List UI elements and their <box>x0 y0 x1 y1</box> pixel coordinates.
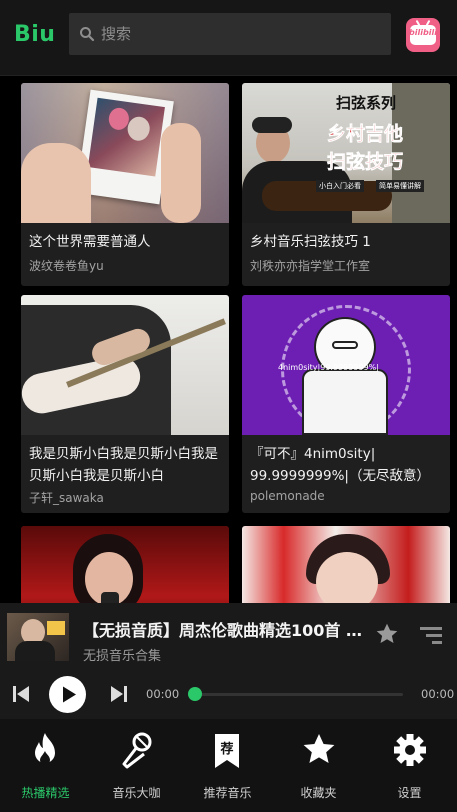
progress-knob[interactable] <box>188 687 202 701</box>
thumb-caption: 小白入门必看 <box>316 180 364 192</box>
search-box[interactable] <box>69 13 391 55</box>
video-card[interactable]: 4nim0sity|99.9999999%| 『可不』4nim0sity| 99… <box>242 295 450 513</box>
next-track-icon[interactable] <box>108 683 130 705</box>
tab-hot-picks[interactable]: 热播精选 <box>0 719 91 812</box>
tab-recommended[interactable]: 荐 推荐音乐 <box>182 719 273 812</box>
bottom-tab-bar: 热播精选 音乐大咖 荐 推荐音乐 收藏夹 设置 <box>0 719 457 812</box>
video-card[interactable]: 扫弦系列 乡村吉他 扫弦技巧 小白入门必看 简单易懂讲解 乡村音乐扫弦技巧 1 … <box>242 83 450 286</box>
progress-track[interactable] <box>195 693 403 696</box>
star-icon <box>303 734 335 763</box>
video-title: 我是贝斯小白我是贝斯小白我是贝斯小白我是贝斯小白 <box>29 446 218 484</box>
bilibili-icon[interactable]: bilibili <box>406 18 440 52</box>
video-thumbnail <box>21 526 229 603</box>
thumb-caption: 简单易懂讲解 <box>376 180 424 192</box>
thumb-caption: 4nim0sity|99.9999999%| <box>278 363 379 372</box>
play-icon <box>63 686 76 703</box>
video-author: 波纹卷卷鱼yu <box>29 259 104 273</box>
video-thumbnail <box>242 526 450 603</box>
play-button[interactable] <box>49 676 86 713</box>
flame-icon <box>35 733 55 765</box>
video-thumbnail: 4nim0sity|99.9999999%| <box>242 295 450 435</box>
bookmark-glyph: 荐 <box>219 741 233 757</box>
favorite-star-icon[interactable] <box>374 621 400 647</box>
thumb-caption: 乡村吉他 <box>327 123 404 146</box>
video-card[interactable] <box>242 526 450 603</box>
video-author: polemonade <box>250 489 325 503</box>
current-time: 00:00 <box>146 687 180 701</box>
video-title: 这个世界需要普通人 <box>29 234 151 250</box>
video-title: 乡村音乐扫弦技巧 1 <box>250 234 371 250</box>
video-author: 子轩_sawaka <box>29 491 104 505</box>
tab-label: 热播精选 <box>21 786 70 800</box>
tab-label: 收藏夹 <box>300 786 337 800</box>
app-header: Biu bilibili <box>0 0 457 76</box>
video-card[interactable]: 这个世界需要普通人 波纹卷卷鱼yu <box>21 83 229 286</box>
bilibili-logo-text: bilibili <box>409 28 437 37</box>
tab-settings[interactable]: 设置 <box>364 719 455 812</box>
video-grid: 这个世界需要普通人 波纹卷卷鱼yu 扫弦系列 乡村吉他 扫弦技巧 小白入门必看 … <box>0 76 457 603</box>
previous-track-icon[interactable] <box>10 683 32 705</box>
video-card[interactable] <box>21 526 229 603</box>
thumb-caption: 扫弦系列 <box>336 94 397 112</box>
total-time: 00:00 <box>421 687 455 701</box>
video-thumbnail <box>21 83 229 223</box>
video-author: 刘秩亦亦指学堂工作室 <box>250 259 371 273</box>
tab-label: 音乐大咖 <box>112 786 161 800</box>
search-input[interactable] <box>101 13 381 55</box>
gear-icon <box>394 734 426 766</box>
tab-music-stars[interactable]: 音乐大咖 <box>91 719 182 812</box>
search-icon <box>80 27 95 42</box>
tab-label: 推荐音乐 <box>203 786 252 800</box>
album-name: 无损音乐合集 <box>83 649 162 664</box>
video-thumbnail <box>21 295 229 435</box>
tab-favorites[interactable]: 收藏夹 <box>273 719 364 812</box>
app-logo: Biu <box>14 22 56 47</box>
video-card[interactable]: 我是贝斯小白我是贝斯小白我是贝斯小白我是贝斯小白 子轩_sawaka <box>21 295 229 513</box>
music-player: 【无损音质】周杰伦歌曲精选100首 歌单 无损音乐合集 00:00 00:00 <box>0 603 457 719</box>
bookmark-icon: 荐 <box>215 734 239 768</box>
video-title: 『可不』4nim0sity| 99.9999999%|（无尽敌意） <box>250 446 430 484</box>
playlist-icon[interactable] <box>418 623 444 647</box>
song-title[interactable]: 【无损音质】周杰伦歌曲精选100首 歌单 <box>83 617 373 641</box>
video-thumbnail: 扫弦系列 乡村吉他 扫弦技巧 小白入门必看 简单易懂讲解 <box>242 83 450 223</box>
thumb-caption: 扫弦技巧 <box>327 151 404 174</box>
tab-label: 设置 <box>397 786 422 800</box>
album-cover[interactable] <box>7 613 69 661</box>
microphone-icon <box>122 732 152 769</box>
